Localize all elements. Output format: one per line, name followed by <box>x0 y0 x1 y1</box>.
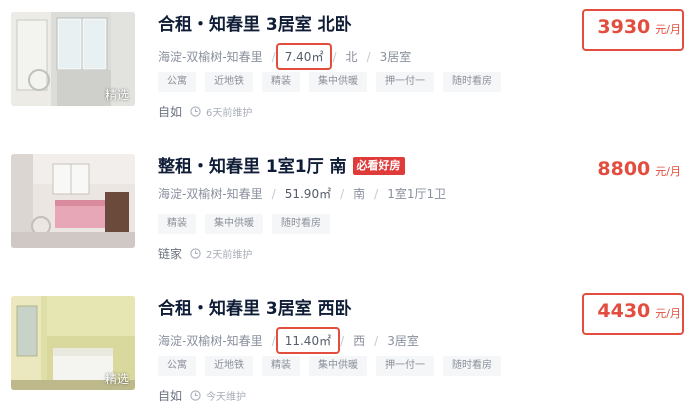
listing-meta: 海淀-双榆树-知春里 / 7.40㎡ / 北 / 3居室 <box>158 43 411 70</box>
featured-badge: 精选 <box>104 372 129 386</box>
room-photo-image <box>11 154 135 248</box>
price-value: 3930 <box>597 16 651 38</box>
listing-meta: 海淀-双榆树-知春里 / 11.40㎡ / 西 / 3居室 <box>158 327 419 354</box>
tag: 随时看房 <box>272 214 330 234</box>
tag: 集中供暖 <box>205 214 263 234</box>
separator: / <box>340 186 345 201</box>
price-value: 4430 <box>597 300 651 322</box>
update-time: 6天前维护 <box>206 108 253 119</box>
separator: / <box>271 186 276 201</box>
listing-area: 7.40㎡ <box>275 43 333 70</box>
separator: / <box>374 333 379 348</box>
listing-meta: 海淀-双榆树-知春里 / 51.90㎡ / 南 / 1室1厅1卫 <box>158 185 446 202</box>
listing-location: 海淀-双榆树-知春里 <box>158 50 263 64</box>
listing-title[interactable]: 合租・知春里 3居室 北卧 <box>158 10 352 35</box>
listing-photo[interactable] <box>11 154 135 248</box>
listing-footer: 自如 今天维护 <box>158 387 246 404</box>
listing-item[interactable]: 精选 合租・知春里 3居室 北卧 海淀-双榆树-知春里 / 7.40㎡ / 北 … <box>0 9 700 132</box>
clock-icon <box>190 106 201 117</box>
listing-price: 4430 元/月 <box>597 300 681 322</box>
tag: 公寓 <box>158 72 196 92</box>
tag: 集中供暖 <box>309 72 367 92</box>
listing-location: 海淀-双榆树-知春里 <box>158 187 263 201</box>
listing-orientation: 北 <box>345 50 358 64</box>
tag: 随时看房 <box>443 72 501 92</box>
brand-name: 自如 <box>158 105 183 119</box>
tag: 随时看房 <box>443 356 501 376</box>
separator: / <box>332 49 337 64</box>
listing-item[interactable]: 整租・知春里 1室1厅 南必看好房 海淀-双榆树-知春里 / 51.90㎡ / … <box>0 154 700 274</box>
promo-badge: 必看好房 <box>352 157 405 175</box>
tag: 集中供暖 <box>309 356 367 376</box>
listing-tags: 精装 集中供暖 随时看房 <box>158 214 339 234</box>
listing-tags: 公寓 近地铁 精装 集中供暖 押一付一 随时看房 <box>158 72 510 92</box>
price-value: 8800 <box>597 158 651 180</box>
update-time: 今天维护 <box>206 392 247 403</box>
listing-orientation: 西 <box>353 334 366 348</box>
listing-photo[interactable]: 精选 <box>11 12 135 106</box>
listing-layout: 1室1厅1卫 <box>387 187 447 201</box>
tag: 精装 <box>262 72 300 92</box>
listing-location: 海淀-双榆树-知春里 <box>158 334 263 348</box>
separator: / <box>374 186 379 201</box>
listing-price: 8800 元/月 <box>597 158 681 180</box>
listing-footer: 自如 6天前维护 <box>158 103 252 120</box>
update-time: 2天前维护 <box>206 250 253 261</box>
clock-icon <box>190 248 201 259</box>
brand-name: 自如 <box>158 389 183 403</box>
tag: 近地铁 <box>205 356 253 376</box>
listing-title[interactable]: 合租・知春里 3居室 西卧 <box>158 294 352 319</box>
listing-layout: 3居室 <box>387 334 419 348</box>
separator: / <box>366 49 371 64</box>
listing-photo[interactable]: 精选 <box>11 296 135 390</box>
listing-price: 3930 元/月 <box>597 16 681 38</box>
listing-title-text: 整租・知春里 1室1厅 南 <box>158 157 347 177</box>
tag: 押一付一 <box>376 72 434 92</box>
tag: 押一付一 <box>376 356 434 376</box>
tag: 精装 <box>262 356 300 376</box>
listing-area: 51.90㎡ <box>284 187 332 201</box>
featured-badge: 精选 <box>104 88 129 102</box>
listing-tags: 公寓 近地铁 精装 集中供暖 押一付一 随时看房 <box>158 356 510 376</box>
tag: 近地铁 <box>205 72 253 92</box>
price-unit: 元/月 <box>655 307 681 320</box>
listing-area: 11.40㎡ <box>275 327 341 354</box>
listing-title[interactable]: 整租・知春里 1室1厅 南必看好房 <box>158 152 405 177</box>
listing-orientation: 南 <box>353 187 366 201</box>
separator: / <box>340 333 345 348</box>
brand-name: 链家 <box>158 247 183 261</box>
tag: 精装 <box>158 214 196 234</box>
listing-item[interactable]: 精选 合租・知春里 3居室 西卧 海淀-双榆树-知春里 / 11.40㎡ / 西… <box>0 293 700 416</box>
price-unit: 元/月 <box>655 165 681 178</box>
listing-layout: 3居室 <box>379 50 412 64</box>
price-unit: 元/月 <box>655 23 681 36</box>
tag: 公寓 <box>158 356 196 376</box>
listing-footer: 链家 2天前维护 <box>158 245 252 262</box>
clock-icon <box>190 390 201 401</box>
